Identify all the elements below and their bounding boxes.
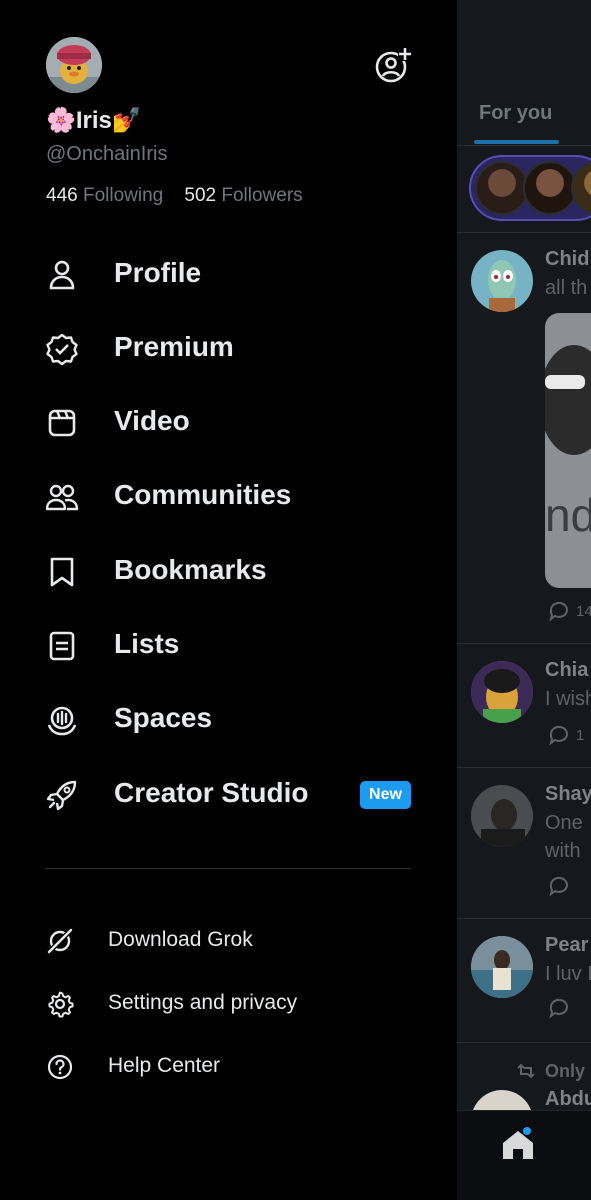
feed-divider — [457, 918, 591, 919]
tweet-text: One — [545, 812, 583, 834]
add-account-icon[interactable] — [374, 46, 412, 84]
nav-item-communities[interactable]: Communities — [0, 468, 457, 524]
new-badge: New — [360, 781, 411, 809]
retweet-label: Only — [545, 1061, 586, 1081]
feed-tab-bar: For you — [457, 0, 591, 146]
feed-divider — [457, 232, 591, 233]
rocket-icon — [46, 780, 77, 811]
nav-item-video[interactable]: Video — [0, 394, 457, 450]
tweet-author-name[interactable]: Shay — [545, 783, 591, 806]
tweet-text: I luv I — [545, 963, 591, 985]
tab-for-you[interactable]: For you — [479, 102, 552, 125]
reply-count: 1 — [576, 727, 585, 744]
download-grok-item[interactable]: Download Grok — [0, 918, 457, 962]
nav-item-profile[interactable]: Profile — [0, 246, 457, 302]
home-icon[interactable] — [499, 1125, 537, 1165]
feed-divider — [457, 1042, 591, 1043]
tweet-text: all th — [545, 277, 588, 299]
feed-divider — [457, 767, 591, 768]
followers-stat[interactable]: 502 Followers — [184, 185, 302, 206]
nav-label: Communities — [114, 479, 292, 510]
nav-item-creator-studio[interactable]: Creator Studio New — [0, 766, 457, 822]
nav-label: Lists — [114, 628, 180, 659]
reply-icon[interactable] — [547, 997, 571, 1019]
profile-handle: @OnchainIris — [46, 143, 168, 165]
nav-label: Profile — [114, 257, 202, 288]
reply-icon[interactable] — [547, 600, 571, 622]
nav-item-spaces[interactable]: Spaces — [0, 691, 457, 747]
sub-label: Help Center — [108, 1054, 221, 1077]
grok-icon — [46, 927, 74, 955]
gear-icon — [48, 991, 74, 1018]
spaces-icon — [47, 706, 77, 736]
bottom-nav-bar — [457, 1110, 591, 1200]
settings-privacy-item[interactable]: Settings and privacy — [0, 981, 457, 1025]
side-drawer: 🌸Iris💅 @OnchainIris 446 Following 502 Fo… — [0, 0, 457, 1200]
reply-icon[interactable] — [547, 875, 571, 897]
tweet-text: I wish — [545, 688, 591, 710]
tweet-avatar[interactable] — [471, 936, 533, 998]
bookmark-icon — [50, 557, 74, 587]
follow-stats: 446 Following 502 Followers — [46, 185, 303, 207]
avatar[interactable] — [46, 37, 102, 93]
help-center-item[interactable]: Help Center — [0, 1044, 457, 1088]
tab-active-indicator — [474, 140, 559, 144]
verified-badge-icon — [46, 333, 78, 366]
retweet-icon — [517, 1063, 535, 1079]
fleet-avatar — [523, 161, 577, 215]
nav-label: Video — [114, 405, 190, 436]
list-icon — [49, 631, 75, 661]
sub-label: Download Grok — [108, 928, 253, 951]
home-feed-background: For you Chid all th nd 14 Chia I wish 1 … — [457, 0, 591, 1200]
following-count: 446 — [46, 185, 78, 206]
reply-icon[interactable] — [547, 724, 571, 746]
followers-label: Followers — [221, 185, 303, 206]
fleet-avatar — [475, 161, 529, 215]
followers-count: 502 — [184, 185, 217, 206]
nav-label: Spaces — [114, 702, 213, 733]
nav-item-lists[interactable]: Lists — [0, 617, 457, 673]
nav-label: Bookmarks — [114, 554, 267, 585]
tweet-avatar[interactable] — [471, 785, 533, 847]
feed-divider — [457, 643, 591, 644]
tweet-text: with — [545, 840, 581, 862]
following-stat[interactable]: 446 Following — [46, 185, 163, 206]
fleet-avatar — [571, 161, 591, 215]
tweet-author-name[interactable]: Abdu — [545, 1088, 591, 1111]
nav-label: Creator Studio — [114, 777, 309, 808]
person-icon — [49, 260, 75, 290]
tweet-media[interactable]: nd — [545, 313, 591, 588]
nav-item-bookmarks[interactable]: Bookmarks — [0, 543, 457, 599]
tweet-author-name[interactable]: Chia — [545, 659, 588, 682]
tweet-avatar[interactable] — [471, 250, 533, 312]
communities-icon — [45, 484, 79, 511]
nav-item-premium[interactable]: Premium — [0, 320, 457, 376]
tweet-avatar[interactable] — [471, 661, 533, 723]
help-icon — [47, 1054, 73, 1080]
spaces-avatars-row[interactable] — [469, 155, 591, 221]
tweet-author-name[interactable]: Pear — [545, 934, 588, 957]
tweet-author-name[interactable]: Chid — [545, 248, 589, 271]
video-icon — [48, 409, 76, 437]
reply-count: 14 — [576, 603, 591, 620]
sub-label: Settings and privacy — [108, 991, 298, 1014]
profile-display-name[interactable]: 🌸Iris💅 — [46, 106, 142, 135]
nav-label: Premium — [114, 331, 234, 362]
drawer-divider — [45, 868, 411, 869]
following-label: Following — [82, 185, 164, 206]
